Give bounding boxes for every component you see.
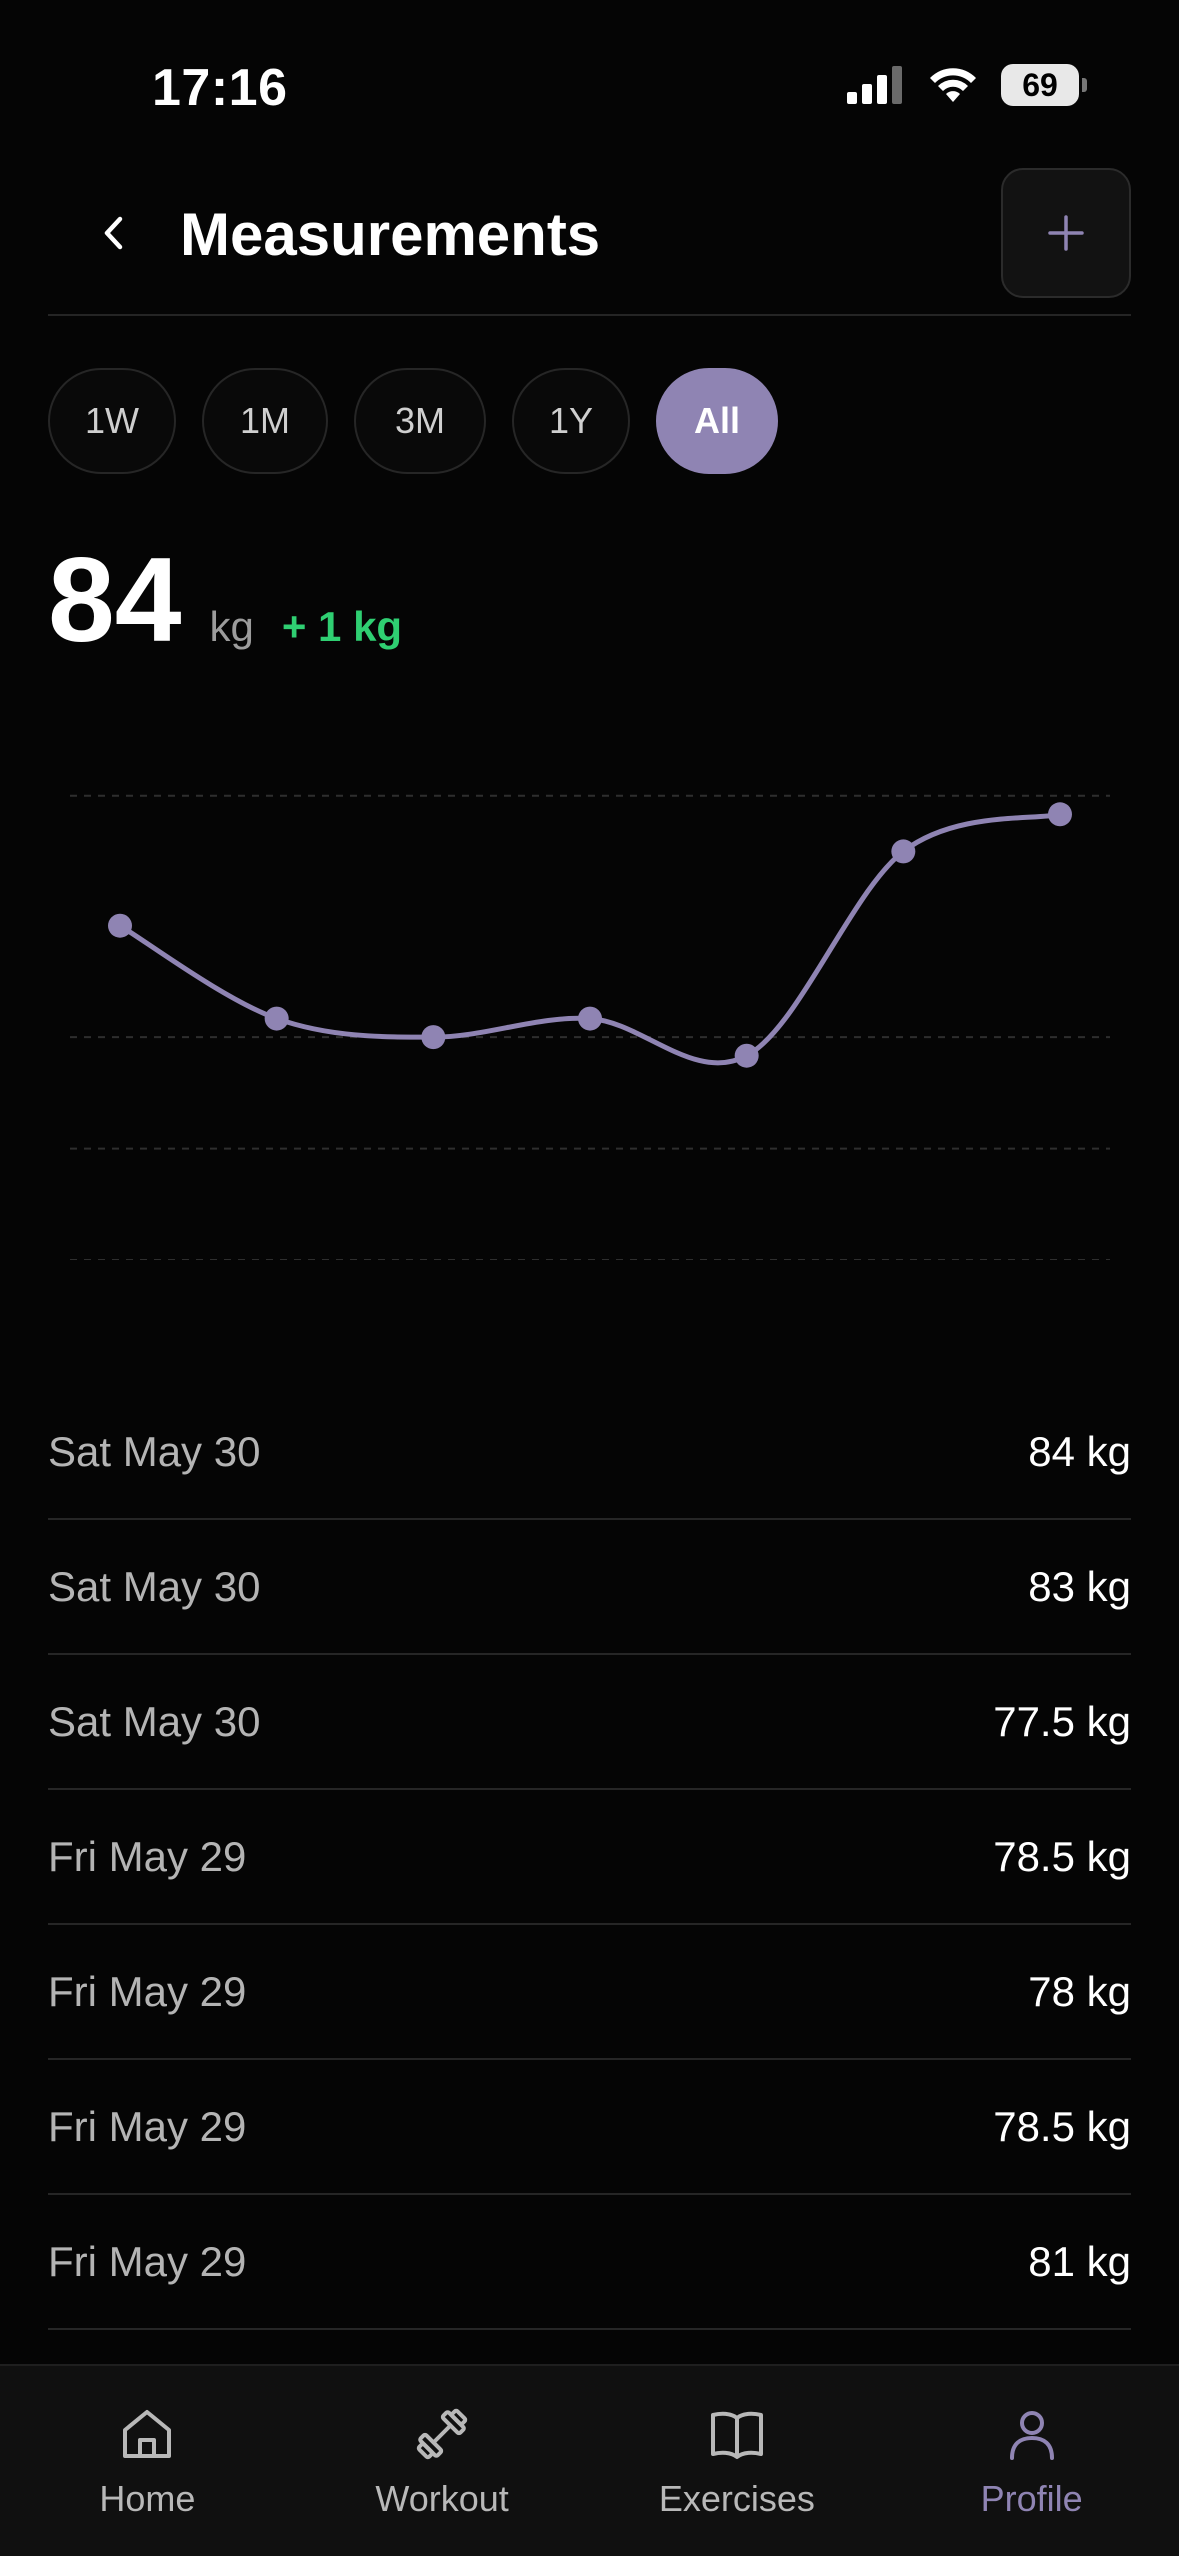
list-item[interactable]: Sat May 30 83 kg: [48, 1520, 1131, 1655]
entry-value: 84 kg: [1028, 1427, 1131, 1475]
current-delta: + 1 kg: [281, 603, 403, 650]
chart-data-point[interactable]: [108, 913, 132, 938]
tab-home[interactable]: Home: [0, 2366, 295, 2556]
entry-value: 81 kg: [1028, 2237, 1131, 2285]
entry-date: Sat May 30: [48, 1562, 261, 1610]
tab-label: Exercises: [658, 2478, 815, 2519]
current-unit: kg: [209, 603, 254, 650]
back-button[interactable]: [88, 208, 138, 258]
entry-date: Fri May 29: [48, 2102, 247, 2150]
tab-label: Workout: [375, 2478, 509, 2519]
list-item[interactable]: Fri May 29 78 kg: [48, 1925, 1131, 2060]
entry-date: Sat May 30: [48, 1697, 261, 1745]
page-title: Measurements: [180, 201, 601, 268]
list-item[interactable]: Sat May 30 84 kg: [48, 1385, 1131, 1520]
tab-bar: Home Workout Exercises Profile: [0, 2364, 1179, 2556]
status-icons: 69: [847, 64, 1087, 106]
home-icon: [123, 2410, 172, 2458]
person-icon: [1009, 2411, 1054, 2460]
range-pill-3m[interactable]: 3M: [354, 368, 486, 474]
chart-data-point[interactable]: [891, 839, 916, 864]
status-bar: 17:16 69: [0, 0, 1179, 170]
range-selector: 1W 1M 3M 1Y All: [48, 368, 778, 474]
add-measurement-button[interactable]: [1001, 168, 1131, 298]
chevron-left-icon: [104, 216, 123, 250]
entry-value: 83 kg: [1028, 1562, 1131, 1610]
range-pill-1y[interactable]: 1Y: [512, 368, 630, 474]
current-measurement: 84 kg + 1 kg: [48, 540, 402, 680]
tab-label: Home: [99, 2478, 196, 2519]
entry-date: Fri May 29: [48, 2237, 247, 2285]
plus-icon: [1048, 215, 1084, 251]
header: Measurements: [48, 166, 1131, 316]
weight-line-chart: [70, 794, 1110, 1260]
wifi-icon: [930, 68, 976, 102]
list-item[interactable]: Sat May 30 77.5 kg: [48, 1655, 1131, 1790]
entry-date: Sat May 30: [48, 1427, 261, 1475]
book-icon: [710, 2411, 763, 2459]
list-item[interactable]: Fri May 29 81 kg: [48, 2195, 1131, 2330]
range-pill-1m[interactable]: 1M: [202, 368, 328, 474]
chart-data-point[interactable]: [578, 1006, 602, 1031]
entry-date: Fri May 29: [48, 1832, 247, 1880]
measurement-list: Sat May 30 84 kg Sat May 30 83 kg Sat Ma…: [48, 1385, 1131, 2330]
tab-workout[interactable]: Workout: [295, 2366, 590, 2556]
chart-data-point[interactable]: [734, 1043, 759, 1068]
status-time: 17:16: [152, 59, 288, 117]
battery-level: 69: [1022, 66, 1058, 103]
current-value: 84: [48, 533, 182, 667]
tab-exercises[interactable]: Exercises: [590, 2366, 885, 2556]
tab-label: Profile: [980, 2478, 1083, 2519]
cellular-signal-icon: [847, 66, 902, 104]
range-pill-1w[interactable]: 1W: [48, 368, 176, 474]
dumbbell-icon: [416, 2408, 468, 2460]
entry-value: 78.5 kg: [993, 2102, 1131, 2150]
entry-value: 78 kg: [1028, 1967, 1131, 2015]
tab-profile[interactable]: Profile: [884, 2366, 1179, 2556]
chart-data-point[interactable]: [421, 1025, 446, 1050]
list-item[interactable]: Fri May 29 78.5 kg: [48, 2060, 1131, 2195]
battery-indicator: 69: [1001, 64, 1087, 106]
battery-nub: [1082, 78, 1087, 92]
list-item[interactable]: Fri May 29 78.5 kg: [48, 1790, 1131, 1925]
entry-value: 78.5 kg: [993, 1832, 1131, 1880]
chart-data-point[interactable]: [1048, 802, 1072, 827]
range-pill-all[interactable]: All: [656, 368, 778, 474]
measurements-screen: 17:16 69 Measurements 1W 1M 3M 1Y All 84…: [0, 0, 1179, 2556]
entry-date: Fri May 29: [48, 1967, 247, 2015]
entry-value: 77.5 kg: [993, 1697, 1131, 1745]
chart-data-point[interactable]: [264, 1006, 289, 1031]
